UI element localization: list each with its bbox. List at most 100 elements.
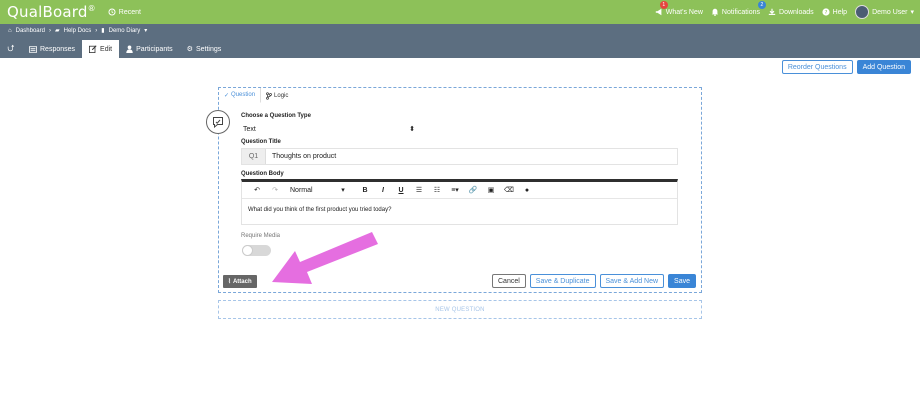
bell-icon bbox=[711, 8, 719, 16]
question-tabs: ✓ Question Logic bbox=[219, 88, 293, 103]
clear-format-icon[interactable]: ⌫ bbox=[500, 186, 518, 194]
book-icon: ▮ bbox=[101, 28, 105, 34]
help-label: Help bbox=[832, 8, 848, 16]
breadcrumb-help-docs[interactable]: Help Docs bbox=[64, 28, 92, 34]
tab-question[interactable]: ✓ Question bbox=[219, 88, 262, 103]
question-toolbar: Reorder Questions Add Question bbox=[781, 60, 911, 74]
question-title-field[interactable]: Q1 Thoughts on product bbox=[241, 148, 678, 165]
bullet-list-icon[interactable]: ☷ bbox=[428, 186, 446, 194]
tab-responses[interactable]: Responses bbox=[22, 40, 82, 58]
project-header: ⌂ Dashboard › ▰ Help Docs › ▮ Demo Diary… bbox=[0, 24, 920, 58]
link-icon[interactable]: 🔗 bbox=[464, 186, 482, 194]
editor-toolbar: ↶ ↷ Normal ▾ B I U ☰ ☷ ≡▾ 🔗 ▣ ⌫ ● bbox=[242, 182, 677, 199]
breadcrumb-separator-icon: › bbox=[48, 27, 51, 34]
question-type-value: Text bbox=[243, 125, 256, 133]
user-menu[interactable]: Demo User ▾ bbox=[855, 5, 914, 19]
help-button[interactable]: ? Help bbox=[822, 8, 847, 16]
question-title-label: Question Title bbox=[241, 139, 281, 145]
attach-label: Attach bbox=[232, 278, 252, 285]
format-select[interactable]: Normal ▾ bbox=[284, 186, 356, 195]
home-icon: ⌂ bbox=[8, 27, 12, 34]
tab-participants[interactable]: Participants bbox=[119, 40, 180, 58]
tab-edit[interactable]: Edit bbox=[82, 40, 120, 58]
caret-down-icon: ▾ bbox=[341, 187, 345, 194]
notifications-button[interactable]: 2 Notifications bbox=[711, 1, 766, 16]
select-arrows-icon: ⬍ bbox=[409, 126, 415, 133]
paperclip-icon: ⌇ bbox=[228, 279, 231, 285]
project-tabs: ⮍ Responses Edit Participants ⚙ Settings bbox=[0, 40, 228, 58]
tab-responses-label: Responses bbox=[40, 45, 76, 53]
require-media-toggle[interactable] bbox=[242, 245, 271, 256]
recent-label: Recent bbox=[118, 8, 141, 16]
chevron-down-icon[interactable]: ▾ bbox=[144, 27, 147, 34]
edit-icon bbox=[89, 45, 97, 53]
save-button[interactable]: Save bbox=[668, 274, 696, 288]
megaphone-icon bbox=[655, 8, 662, 16]
history-icon bbox=[108, 8, 116, 16]
top-right-menu: 1 What's New 2 Notifications Downloads ?… bbox=[655, 0, 914, 24]
bold-icon[interactable]: B bbox=[356, 187, 374, 194]
attach-button[interactable]: ⌇ Attach bbox=[223, 275, 257, 288]
toggle-knob bbox=[242, 245, 253, 256]
back-button[interactable]: ⮍ bbox=[0, 40, 22, 58]
svg-text:?: ? bbox=[824, 10, 827, 16]
tab-participants-label: Participants bbox=[136, 45, 173, 53]
question-body-input[interactable]: What did you think of the first product … bbox=[242, 199, 677, 221]
user-icon bbox=[126, 45, 133, 53]
help-icon: ? bbox=[822, 8, 830, 16]
question-editor-card: ✓ Question Logic Choose a Question Type … bbox=[206, 87, 702, 293]
gear-icon: ⚙ bbox=[186, 46, 193, 53]
question-number: Q1 bbox=[242, 149, 266, 164]
save-duplicate-button[interactable]: Save & Duplicate bbox=[529, 274, 596, 288]
top-navbar: QualBoard® Recent 1 What's New 2 Notific… bbox=[0, 0, 920, 24]
breadcrumb: ⌂ Dashboard › ▰ Help Docs › ▮ Demo Diary… bbox=[8, 27, 147, 35]
image-icon[interactable]: ▣ bbox=[482, 186, 500, 194]
question-type-label: Choose a Question Type bbox=[241, 113, 311, 119]
whats-new-label: What's New bbox=[665, 8, 703, 16]
align-icon[interactable]: ≡▾ bbox=[446, 186, 464, 194]
downloads-label: Downloads bbox=[779, 8, 814, 16]
tab-settings-label: Settings bbox=[195, 45, 222, 53]
reorder-questions-button[interactable]: Reorder Questions bbox=[781, 60, 853, 74]
tab-logic[interactable]: Logic bbox=[261, 88, 293, 103]
back-arrow-icon: ⮍ bbox=[7, 43, 15, 53]
whats-new-button[interactable]: 1 What's New bbox=[655, 1, 703, 16]
breadcrumb-demo-diary[interactable]: Demo Diary bbox=[109, 28, 141, 34]
breadcrumb-separator-icon: › bbox=[95, 27, 98, 34]
avatar bbox=[855, 5, 870, 19]
breadcrumb-dashboard[interactable]: Dashboard bbox=[16, 28, 45, 34]
ordered-list-icon[interactable]: ☰ bbox=[410, 186, 428, 194]
cancel-button[interactable]: Cancel bbox=[492, 274, 526, 288]
chevron-down-icon: ▾ bbox=[910, 9, 914, 16]
new-question-placeholder[interactable]: NEW QUESTION bbox=[218, 300, 702, 319]
question-title-input[interactable]: Thoughts on product bbox=[266, 149, 336, 164]
tab-question-label: Question bbox=[231, 92, 256, 98]
branch-icon bbox=[266, 91, 272, 100]
recent-button[interactable]: Recent bbox=[108, 8, 141, 16]
download-icon bbox=[768, 8, 776, 15]
check-icon: ✓ bbox=[224, 92, 230, 99]
qualboard-logo[interactable]: QualBoard® bbox=[0, 3, 96, 21]
notifications-label: Notifications bbox=[721, 8, 761, 16]
responses-icon bbox=[29, 45, 37, 53]
tab-settings[interactable]: ⚙ Settings bbox=[180, 40, 229, 58]
tab-logic-label: Logic bbox=[274, 92, 289, 99]
downloads-button[interactable]: Downloads bbox=[768, 8, 814, 16]
undo-icon[interactable]: ↶ bbox=[248, 186, 266, 194]
add-question-button[interactable]: Add Question bbox=[856, 60, 911, 74]
question-type-select[interactable]: Text ⬍ bbox=[241, 124, 417, 134]
whats-new-badge: 1 bbox=[659, 1, 668, 9]
record-icon[interactable]: ● bbox=[518, 187, 536, 194]
require-media-label: Require Media bbox=[241, 233, 281, 239]
question-body-editor: ↶ ↷ Normal ▾ B I U ☰ ☷ ≡▾ 🔗 ▣ ⌫ ● What d… bbox=[241, 179, 678, 225]
chat-bubble-icon bbox=[213, 117, 223, 128]
italic-icon[interactable]: I bbox=[374, 187, 392, 194]
format-value: Normal bbox=[290, 186, 313, 194]
redo-icon[interactable]: ↷ bbox=[266, 186, 284, 194]
question-type-icon bbox=[206, 110, 230, 134]
folder-icon: ▰ bbox=[54, 28, 60, 34]
notifications-badge: 2 bbox=[757, 1, 766, 9]
save-add-new-button[interactable]: Save & Add New bbox=[599, 274, 665, 288]
tab-edit-label: Edit bbox=[100, 45, 113, 53]
underline-icon[interactable]: U bbox=[392, 187, 410, 194]
